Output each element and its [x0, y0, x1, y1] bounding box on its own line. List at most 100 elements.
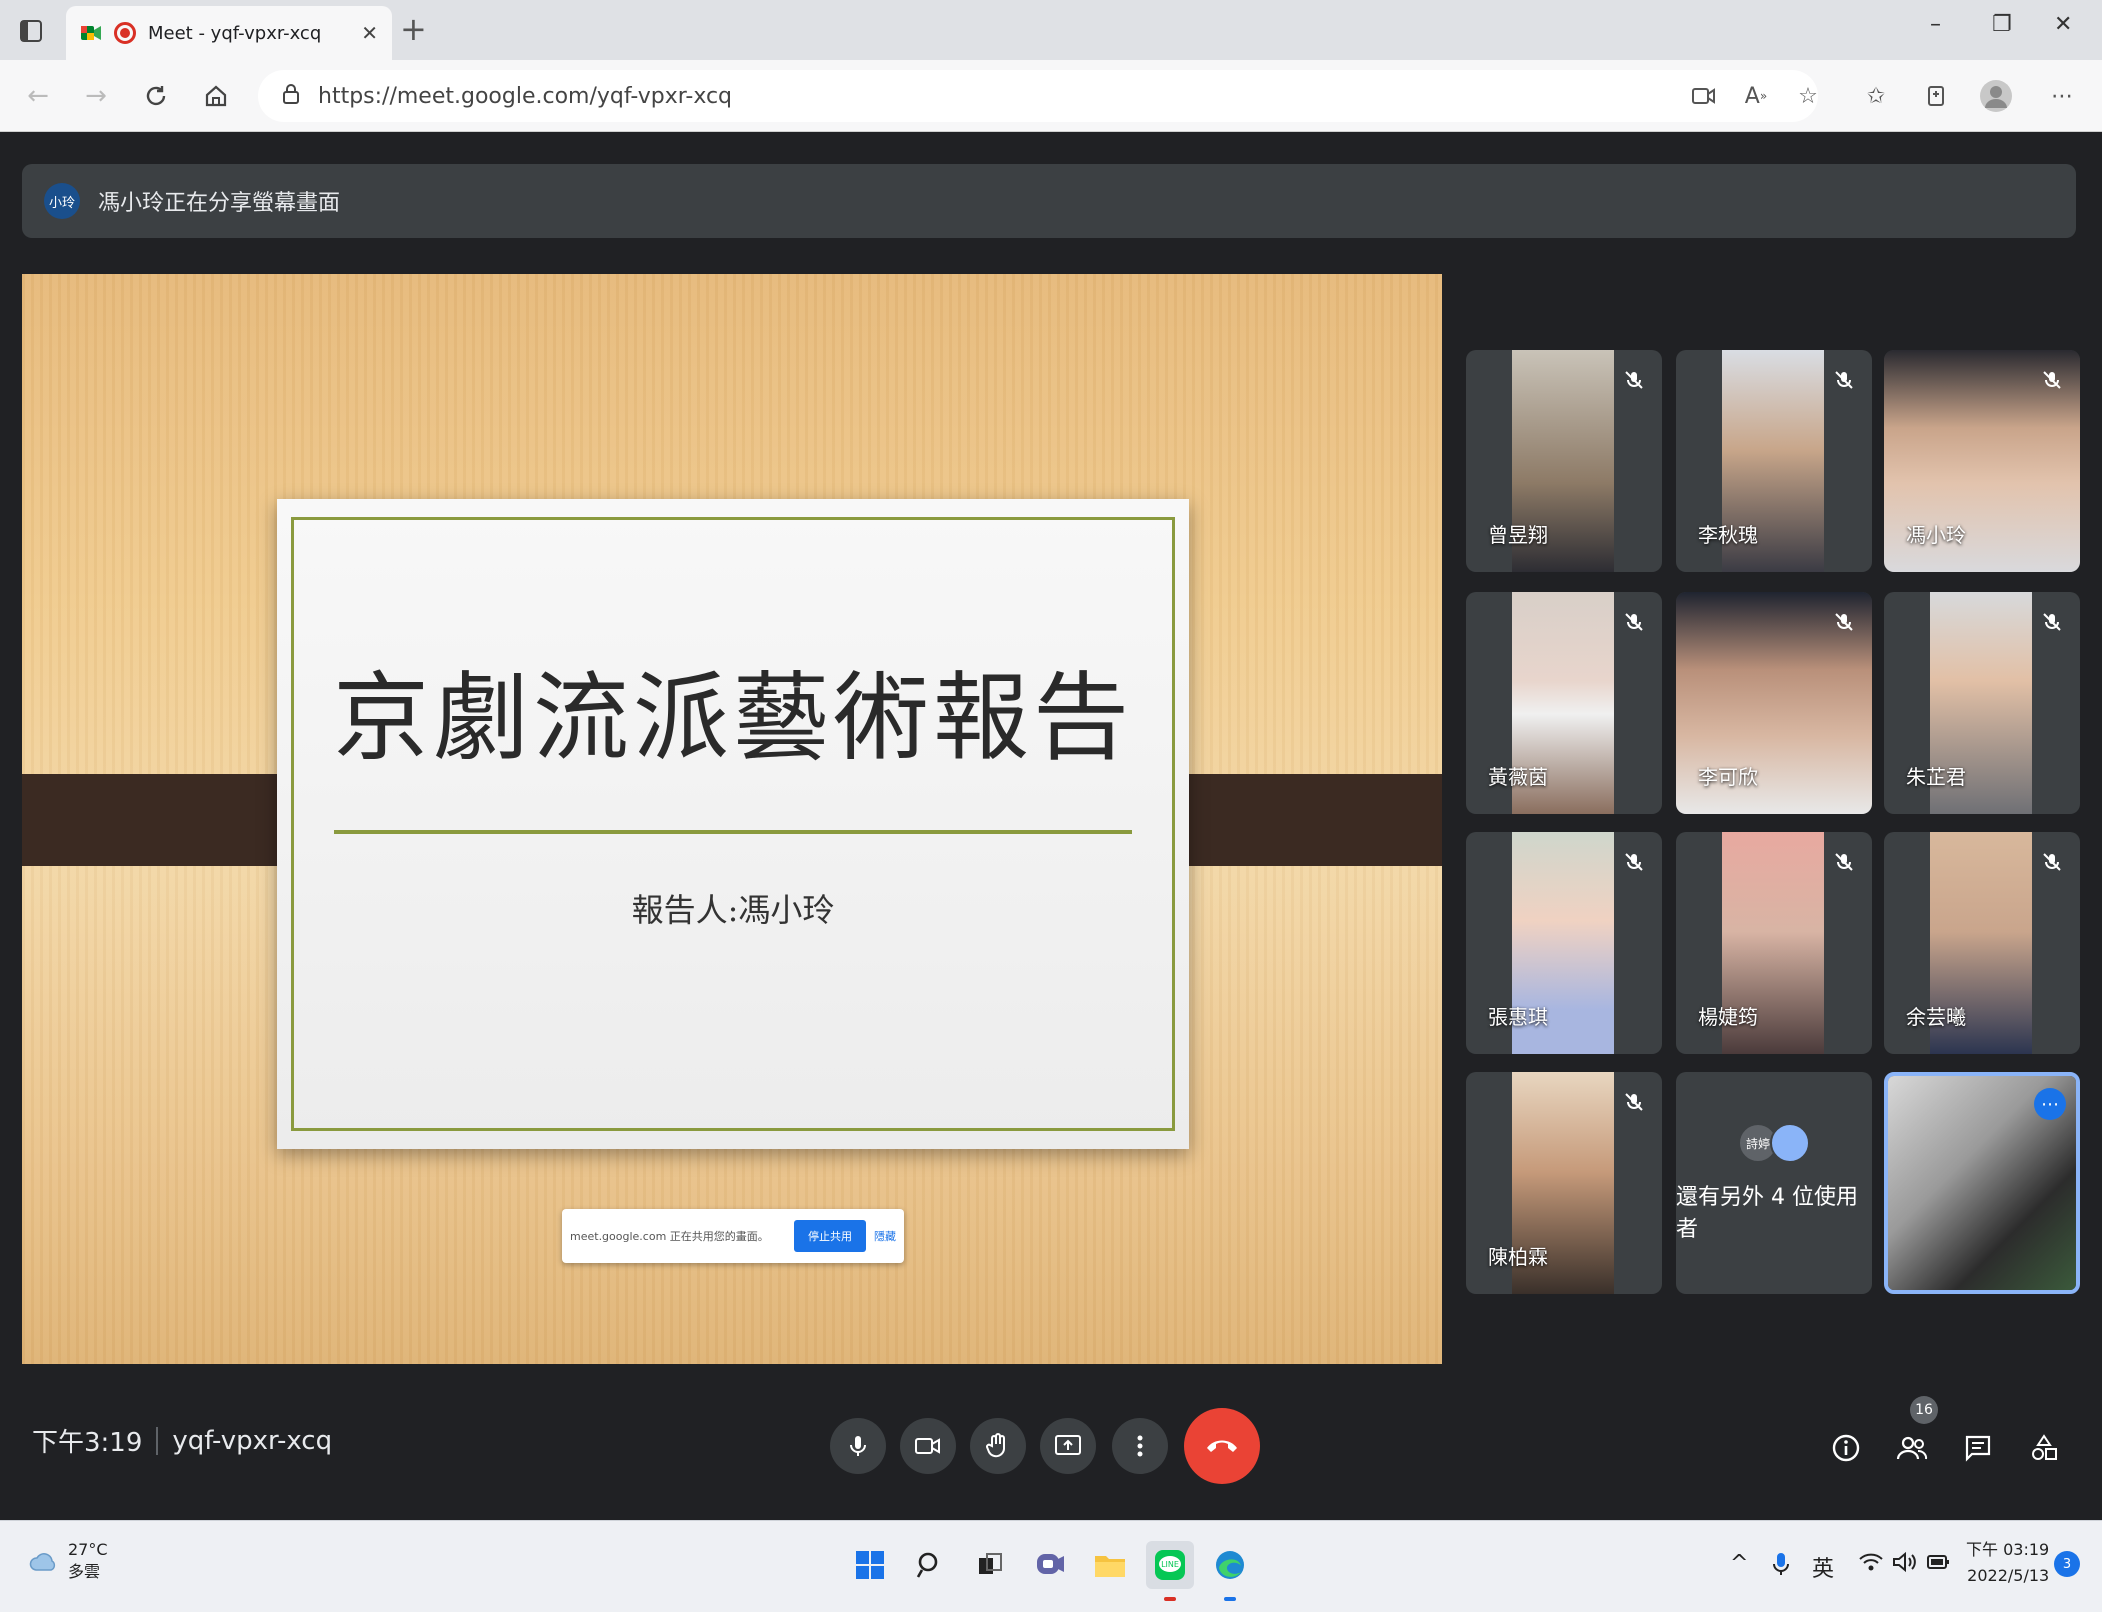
more-participants-tile[interactable]: 詩婷 還有另外 4 位使用者 — [1676, 1072, 1872, 1294]
google-meet-icon — [80, 22, 102, 44]
url-text[interactable]: https://meet.google.com/yqf-vpxr-xcq — [318, 84, 732, 109]
participant-tile[interactable]: 李可欣 — [1676, 592, 1872, 814]
participant-tile[interactable]: 陳柏霖 — [1466, 1072, 1662, 1294]
notification-badge[interactable]: 3 — [2054, 1551, 2080, 1577]
new-tab-button[interactable]: + — [400, 10, 427, 48]
meeting-details: 下午3:19 yqf-vpxr-xcq — [32, 1422, 332, 1459]
line-app-active-indicator — [1164, 1597, 1176, 1601]
windows-taskbar: 27°C 多雲 LINE ^ 英 下午 03:19 2022/5/13 3 — [0, 1520, 2102, 1612]
more-options-button[interactable] — [1112, 1418, 1168, 1474]
back-icon[interactable]: ← — [20, 78, 56, 114]
clock-date: 2022/5/13 — [1967, 1566, 2050, 1585]
leave-call-button[interactable] — [1184, 1408, 1260, 1484]
battery-icon[interactable] — [1926, 1551, 1952, 1579]
participant-tile[interactable]: 朱芷君 — [1884, 592, 2080, 814]
muted-mic-icon — [1830, 608, 1858, 636]
muted-mic-icon — [2038, 848, 2066, 876]
system-clock[interactable]: 下午 03:19 2022/5/13 — [1966, 1537, 2049, 1589]
weather-widget[interactable]: 27°C 多雲 — [28, 1539, 108, 1583]
participant-name: 楊婕筠 — [1698, 1005, 1758, 1029]
muted-mic-icon — [1830, 848, 1858, 876]
read-aloud-icon[interactable]: A» — [1738, 78, 1774, 114]
hide-notice-button[interactable]: 隱藏 — [874, 1228, 896, 1244]
add-favorite-icon[interactable]: ☆ — [1790, 78, 1826, 114]
profile-avatar[interactable] — [1978, 78, 2014, 114]
participant-name: 張惠琪 — [1488, 1005, 1548, 1029]
file-explorer-icon[interactable] — [1086, 1541, 1134, 1589]
meeting-info-icon[interactable] — [1826, 1428, 1866, 1468]
screen-share-notice: meet.google.com 正在共用您的畫面。 停止共用 隱藏 — [562, 1209, 904, 1263]
participant-name: 李可欣 — [1698, 765, 1758, 789]
camera-permission-icon[interactable] — [1686, 78, 1722, 114]
meet-app: 小玲 馮小玲正在分享螢幕畫面 京劇流派藝術報告 報告人:馮小玲 meet.goo… — [0, 132, 2102, 1520]
chevron-up-icon[interactable]: ^ — [1730, 1551, 1748, 1576]
participant-name: 余芸曦 — [1906, 1005, 1966, 1029]
restore-button[interactable]: ❐ — [1992, 12, 2012, 37]
participant-name: 朱芷君 — [1906, 765, 1966, 789]
participant-tile[interactable]: 馮小玲 — [1884, 350, 2080, 572]
task-view-icon[interactable] — [966, 1541, 1014, 1589]
cloud-icon — [29, 1553, 56, 1571]
people-icon[interactable] — [1892, 1428, 1932, 1468]
stop-sharing-button[interactable]: 停止共用 — [794, 1220, 866, 1252]
weather-temp: 27°C — [68, 1540, 108, 1559]
tab-title: Meet - yqf-vpxr-xcq — [148, 22, 322, 44]
minimize-button[interactable]: – — [1930, 12, 1941, 37]
microphone-tray-icon[interactable] — [1772, 1551, 1790, 1583]
teams-chat-icon[interactable] — [1026, 1541, 1074, 1589]
participant-tile[interactable]: 楊婕筠 — [1676, 832, 1872, 1054]
participant-tile[interactable]: 張惠琪 — [1466, 832, 1662, 1054]
svg-text:LINE: LINE — [1161, 1560, 1179, 1569]
muted-mic-icon — [1620, 848, 1648, 876]
volume-icon[interactable] — [1892, 1551, 1918, 1579]
tab-actions-icon[interactable] — [14, 14, 48, 48]
participant-tile[interactable]: 余芸曦 — [1884, 832, 2080, 1054]
participant-name: 黃薇茵 — [1488, 765, 1548, 789]
activities-icon[interactable] — [2024, 1428, 2064, 1468]
address-bar[interactable]: https://meet.google.com/yqf-vpxr-xcq — [258, 70, 1818, 122]
microphone-button[interactable] — [830, 1418, 886, 1474]
refresh-icon[interactable] — [138, 78, 174, 114]
participant-tile[interactable]: 黃薇茵 — [1466, 592, 1662, 814]
camera-button[interactable] — [900, 1418, 956, 1474]
slide-subtitle: 報告人:馮小玲 — [631, 891, 835, 929]
slide-bar-right — [1158, 774, 1442, 866]
input-method-indicator[interactable]: 英 — [1812, 1551, 1834, 1583]
presenter-avatar: 小玲 — [44, 183, 80, 219]
wifi-icon[interactable] — [1858, 1551, 1884, 1579]
collections-icon[interactable] — [1918, 78, 1954, 114]
self-view-tile[interactable]: ⋯ — [1884, 1072, 2080, 1294]
participant-tile[interactable]: 李秋瑰 — [1676, 350, 1872, 572]
tab-close-icon[interactable]: ✕ — [361, 21, 378, 45]
tile-options-icon[interactable]: ⋯ — [2034, 1088, 2066, 1120]
slide-title: 京劇流派藝術報告 — [333, 662, 1133, 774]
participant-tile[interactable]: 曾昱翔 — [1466, 350, 1662, 572]
shared-screen: 京劇流派藝術報告 報告人:馮小玲 meet.google.com 正在共用您的畫… — [22, 274, 1442, 1364]
edge-browser-icon[interactable] — [1206, 1541, 1254, 1589]
recording-indicator-icon — [114, 22, 136, 44]
muted-mic-icon — [1620, 366, 1648, 394]
favorites-icon[interactable]: ✩ — [1858, 78, 1894, 114]
start-icon[interactable] — [846, 1541, 894, 1589]
browser-tab-strip: Meet - yqf-vpxr-xcq ✕ + – ❐ ✕ — [0, 0, 2102, 60]
home-icon[interactable] — [198, 78, 234, 114]
line-app-icon[interactable]: LINE — [1146, 1541, 1194, 1589]
present-now-button[interactable] — [1040, 1418, 1096, 1474]
raise-hand-button[interactable] — [970, 1418, 1026, 1474]
presenting-text: 馮小玲正在分享螢幕畫面 — [98, 191, 341, 216]
browser-tab-meet[interactable]: Meet - yqf-vpxr-xcq ✕ — [66, 6, 392, 60]
meeting-clock: 下午3:19 — [32, 1428, 143, 1458]
forward-icon[interactable]: → — [78, 78, 114, 114]
slide: 京劇流派藝術報告 報告人:馮小玲 — [277, 499, 1189, 1149]
close-window-button[interactable]: ✕ — [2054, 12, 2072, 37]
participant-name: 馮小玲 — [1906, 523, 1966, 547]
muted-mic-icon — [1620, 1088, 1648, 1116]
weather-desc: 多雲 — [68, 1562, 101, 1581]
chat-icon[interactable] — [1958, 1428, 1998, 1468]
settings-more-icon[interactable]: ⋯ — [2044, 78, 2080, 114]
lock-icon[interactable] — [282, 83, 300, 109]
search-icon[interactable] — [906, 1541, 954, 1589]
muted-mic-icon — [1830, 366, 1858, 394]
participant-name: 曾昱翔 — [1488, 523, 1548, 547]
meeting-code: yqf-vpxr-xcq — [172, 1425, 333, 1456]
